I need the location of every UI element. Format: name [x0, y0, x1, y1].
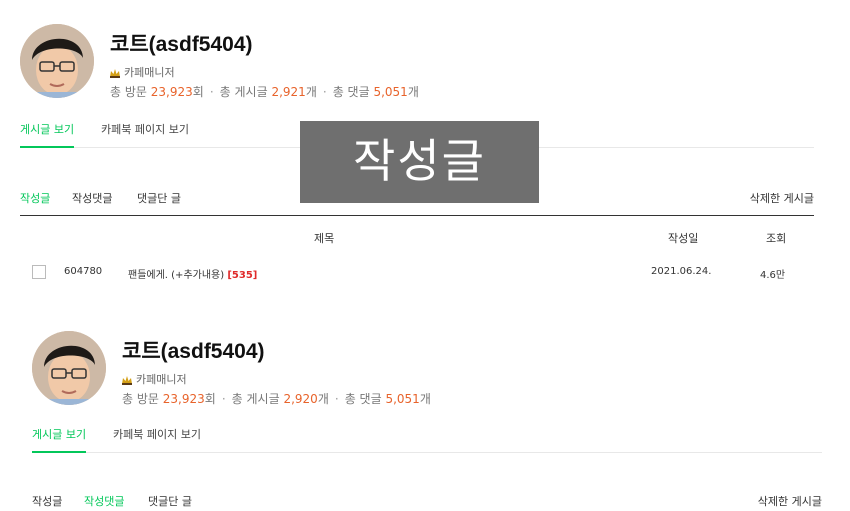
stats-separator: ·	[221, 391, 226, 406]
subtab-commented-posts[interactable]: 댓글단 글	[137, 190, 181, 206]
role-label: 카페매니저	[124, 66, 175, 79]
visit-unit: 회	[192, 85, 204, 99]
stats-separator: ·	[322, 84, 327, 99]
profile-stats: 총 방문 23,923 회 · 총 게시글 2,921 개 · 총 댓글 5,051…	[110, 83, 710, 100]
subtab-written-posts[interactable]: 작성글	[20, 190, 50, 206]
deleted-posts-link[interactable]: 삭제한 게시글	[750, 190, 814, 206]
profile-avatar[interactable]	[32, 331, 106, 405]
tab-cafebook[interactable]: 카페북 페이지 보기	[101, 122, 189, 148]
visit-count: 23,923	[150, 84, 193, 99]
comments-unit: 개	[419, 392, 431, 406]
post-date: 2021.06.24.	[651, 266, 712, 277]
profile-avatar[interactable]	[20, 24, 94, 98]
post-number: 604780	[64, 266, 103, 277]
comment-count[interactable]: [535]	[227, 270, 257, 281]
subtab-commented-posts[interactable]: 댓글단 글	[148, 493, 192, 509]
post-views: 4.6만	[760, 270, 786, 281]
role-badge: 카페매니저	[110, 64, 710, 80]
posts-unit: 개	[317, 392, 329, 406]
post-filter-tabs: 작성글 작성댓글 댓글단 글 삭제한 게시글	[32, 493, 822, 511]
profile-info: 코트(asdf5404) 카페매니저 총 방문 23,923 회 · 총 게시글 …	[110, 32, 710, 100]
posts-label: 총 게시글	[219, 85, 268, 99]
column-title: 제목	[314, 232, 335, 245]
nickname[interactable]: 코트(asdf5404)	[110, 32, 710, 58]
column-date: 작성일	[668, 232, 699, 245]
row-checkbox[interactable]	[32, 265, 46, 279]
comments-label: 총 댓글	[332, 85, 370, 99]
post-title-link[interactable]: 팬들에게. (+추가내용) [535]	[128, 266, 257, 281]
deleted-posts-link[interactable]: 삭제한 게시글	[758, 493, 822, 509]
role-label: 카페매니저	[136, 373, 187, 386]
visit-unit: 회	[204, 392, 216, 406]
manager-crown-icon	[122, 375, 132, 385]
stats-separator: ·	[334, 391, 339, 406]
tab-posts[interactable]: 게시글 보기	[32, 427, 87, 453]
nickname[interactable]: 코트(asdf5404)	[122, 339, 722, 365]
post-title[interactable]: 팬들에게. (+추가내용)	[128, 270, 224, 281]
comments-unit: 개	[407, 85, 419, 99]
manager-crown-icon	[110, 68, 120, 78]
role-badge: 카페매니저	[122, 371, 722, 387]
visit-label: 총 방문	[110, 85, 147, 99]
subtab-written-comments[interactable]: 작성댓글	[72, 190, 112, 206]
posts-count: 2,921	[271, 84, 306, 99]
tab-posts[interactable]: 게시글 보기	[20, 122, 75, 148]
profile-info: 코트(asdf5404) 카페매니저 총 방문 23,923 회 · 총 게시글 …	[122, 339, 722, 407]
posts-count: 2,920	[283, 391, 318, 406]
profile-stats: 총 방문 23,923 회 · 총 게시글 2,920 개 · 총 댓글 5,051…	[122, 390, 722, 407]
overlay-caption: 작성글	[300, 121, 539, 203]
profile-tabs: 게시글 보기 카페북 페이지 보기	[32, 427, 822, 453]
subtab-written-posts[interactable]: 작성글	[32, 493, 62, 509]
posts-unit: 개	[305, 85, 317, 99]
comments-label: 총 댓글	[344, 392, 382, 406]
stats-separator: ·	[209, 84, 214, 99]
tab-cafebook[interactable]: 카페북 페이지 보기	[113, 427, 201, 453]
table-header: 제목 작성일 조회	[20, 230, 814, 260]
subtab-written-comments[interactable]: 작성댓글	[84, 493, 124, 509]
column-views: 조회	[766, 232, 787, 245]
visit-count: 23,923	[162, 391, 205, 406]
comments-count: 5,051	[373, 84, 408, 99]
posts-label: 총 게시글	[231, 392, 280, 406]
visit-label: 총 방문	[122, 392, 159, 406]
table-row: 604780 팬들에게. (+추가내용) [535] 2021.06.24. 4…	[20, 264, 814, 284]
comments-count: 5,051	[385, 391, 420, 406]
